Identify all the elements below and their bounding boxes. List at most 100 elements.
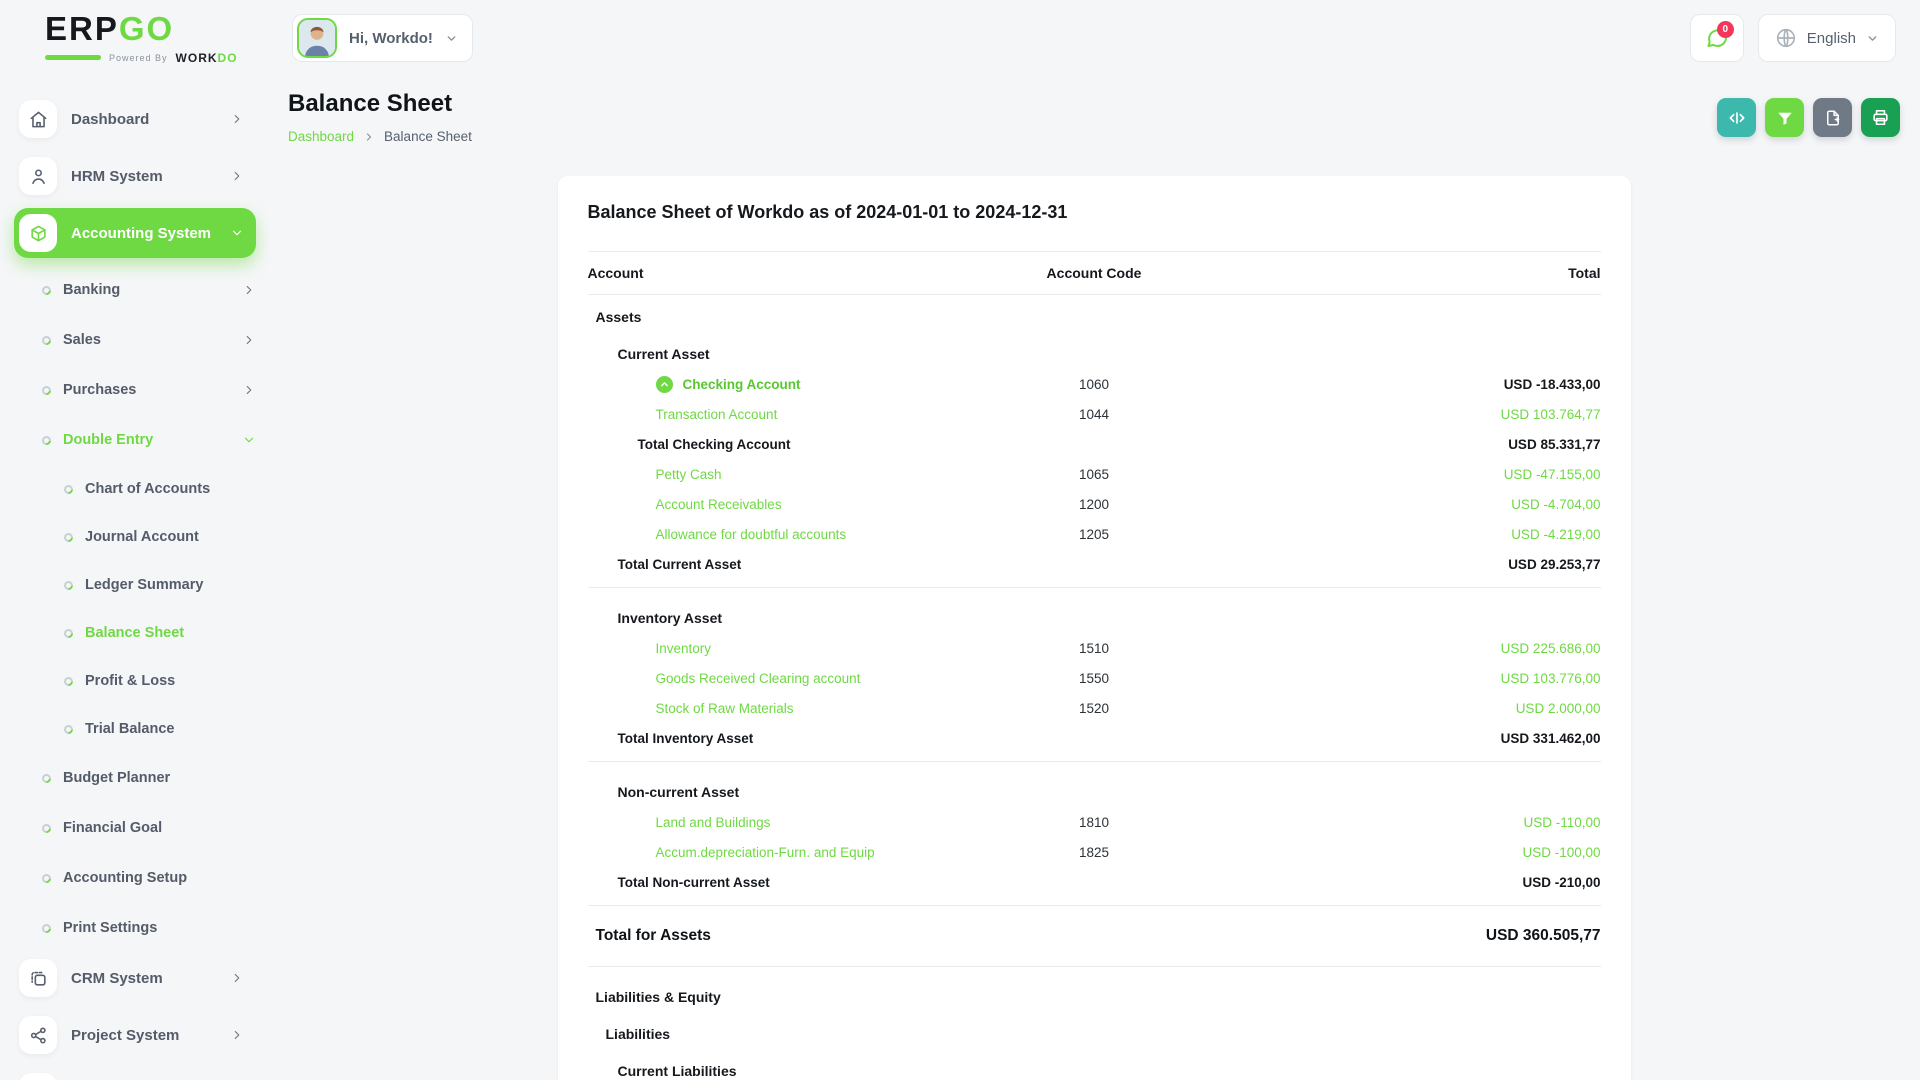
table-row: Total Inventory Asset USD 331.462,00 (588, 723, 1601, 753)
total-cell: USD -4.704,00 (1511, 496, 1601, 512)
print-button[interactable] (1861, 98, 1900, 137)
table-row: Non-current Asset (588, 770, 1601, 807)
total-cell: USD -18.433,00 (1503, 376, 1601, 392)
chevron-right-icon (242, 383, 256, 397)
account-code-cell: 1520 (1078, 700, 1110, 716)
collapse-toggle-icon[interactable] (655, 375, 673, 393)
breadcrumb: Dashboard Balance Sheet (288, 129, 472, 144)
account-link[interactable]: Accum.depreciation-Furn. and Equip (656, 845, 875, 860)
total-cell: USD 2.000,00 (1515, 700, 1601, 716)
table-row: Stock of Raw Materials 1520 USD 2.000,00 (588, 693, 1601, 723)
chevron-right-icon (230, 169, 244, 183)
breadcrumb-dashboard-link[interactable]: Dashboard (288, 129, 354, 144)
table-row: Liabilities (588, 1012, 1601, 1049)
bullet-icon (62, 722, 75, 736)
account-cell: Goods Received Clearing account (588, 671, 985, 686)
bullet-icon (40, 333, 53, 347)
account-link[interactable]: Allowance for doubtful accounts (656, 527, 847, 542)
bullet-icon (40, 821, 53, 835)
messages-button[interactable]: 0 (1689, 14, 1744, 62)
account-code-cell: 1044 (1078, 406, 1110, 422)
sidebar-item-banking[interactable]: Banking (14, 265, 256, 315)
sidebar-item-hrm-system[interactable]: HRM System (14, 151, 256, 201)
sidebar-item-project-system[interactable]: Project System (14, 1010, 256, 1060)
row-label: Total Inventory Asset (617, 730, 754, 746)
chevron-right-icon (242, 333, 256, 347)
row-label: Current Liabilities (617, 1062, 737, 1079)
account-link[interactable]: Inventory (656, 641, 712, 656)
sidebar-item-accounting-system[interactable]: Accounting System (14, 208, 256, 258)
account-link[interactable]: Transaction Account (656, 407, 778, 422)
filter-button[interactable] (1765, 98, 1804, 137)
code-button[interactable] (1717, 98, 1756, 137)
sidebar-item-accounting-setup[interactable]: Accounting Setup (14, 853, 256, 903)
total-cell: USD 103.776,00 (1500, 670, 1601, 686)
globe-icon (1776, 28, 1795, 48)
table-row: Current Liabilities (588, 1049, 1601, 1080)
table-row: Total for Assets USD 360.505,77 (588, 914, 1601, 958)
account-cell: Current Asset (588, 346, 985, 362)
account-link[interactable]: Stock of Raw Materials (656, 701, 794, 716)
table-body: Assets Current Asset Checking Account 10… (587, 295, 1601, 1080)
row-label: Liabilities (605, 1025, 671, 1042)
sidebar-item-budget-planner[interactable]: Budget Planner (14, 753, 256, 803)
account-cell: Total for Assets (588, 927, 985, 945)
sidebar-item-chart-of-accounts[interactable]: Chart of Accounts (14, 465, 256, 513)
table-row: Current Asset (588, 332, 1601, 369)
brand-erp-text: ERP (45, 9, 119, 47)
account-link[interactable]: Petty Cash (656, 467, 722, 482)
language-dropdown[interactable]: English (1757, 14, 1896, 62)
file-export-icon (1824, 109, 1842, 127)
sidebar-item-journal-account[interactable]: Journal Account (14, 513, 256, 561)
table-row: Transaction Account 1044 USD 103.764,77 (588, 399, 1601, 429)
user-menu-dropdown[interactable]: Hi, Workdo! (292, 14, 473, 62)
sidebar-item-label: Journal Account (85, 529, 199, 545)
page-title: Balance Sheet (288, 90, 453, 117)
account-cell: Stock of Raw Materials (588, 701, 985, 716)
sidebar-item-profit-loss[interactable]: Profit & Loss (14, 657, 256, 705)
account-link[interactable]: Goods Received Clearing account (656, 671, 861, 686)
sidebar-item-sales[interactable]: Sales (14, 315, 256, 365)
sidebar-item-trial-balance[interactable]: Trial Balance (14, 705, 256, 753)
sidebar-item-label: Accounting System (71, 224, 212, 242)
clone-icon (19, 959, 57, 997)
bullet-icon (62, 578, 75, 592)
account-cell: Total Checking Account (588, 437, 985, 452)
sidebar-item-user-management[interactable]: User Management (14, 1067, 256, 1080)
top-header: ERPGO Powered By WORKDO Hi, Workdo! 0 En… (0, 0, 1920, 76)
account-link[interactable]: Land and Buildings (656, 815, 771, 830)
bullet-icon (62, 674, 75, 688)
sidebar-item-label: Financial Goal (63, 820, 163, 836)
account-link[interactable]: Checking Account (683, 377, 801, 392)
account-link[interactable]: Account Receivables (656, 497, 782, 512)
account-cell: Accum.depreciation-Furn. and Equip (588, 845, 985, 860)
table-section-divider (587, 761, 1601, 762)
sidebar-item-print-settings[interactable]: Print Settings (14, 903, 256, 953)
sidebar-item-label: Double Entry (63, 432, 154, 448)
user-greeting: Hi, Workdo! (349, 29, 433, 47)
row-label: Inventory Asset (617, 609, 723, 626)
sidebar-item-purchases[interactable]: Purchases (14, 365, 256, 415)
code-icon (1727, 108, 1747, 128)
chevron-down-icon (242, 433, 256, 447)
file-export-button[interactable] (1813, 98, 1852, 137)
table-section-divider (587, 587, 1601, 588)
bullet-icon (40, 383, 53, 397)
sidebar-item-label: Print Settings (63, 920, 158, 936)
sidebar-item-crm-system[interactable]: CRM System (14, 953, 256, 1003)
sidebar-item-dashboard[interactable]: Dashboard (14, 94, 256, 144)
total-cell: USD -110,00 (1523, 814, 1601, 830)
breadcrumb-current: Balance Sheet (384, 129, 472, 144)
row-label: Total for Assets (595, 927, 711, 944)
chevron-right-icon (366, 132, 372, 141)
sidebar-item-double-entry[interactable]: Double Entry (14, 415, 256, 465)
sidebar-item-financial-goal[interactable]: Financial Goal (14, 803, 256, 853)
table-row: Total Current Asset USD 29.253,77 (588, 549, 1601, 579)
account-cell: Inventory Asset (588, 610, 985, 626)
printer-icon (1871, 108, 1890, 127)
sidebar-item-balance-sheet[interactable]: Balance Sheet (14, 609, 256, 657)
sidebar-item-label: Purchases (63, 382, 137, 398)
total-cell: USD 331.462,00 (1500, 730, 1601, 746)
account-cell: Land and Buildings (588, 815, 985, 830)
sidebar-item-ledger-summary[interactable]: Ledger Summary (14, 561, 256, 609)
